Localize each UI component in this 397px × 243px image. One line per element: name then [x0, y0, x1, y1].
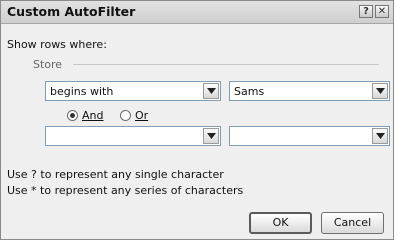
- and-radio[interactable]: And: [67, 109, 115, 123]
- value1-text: Sams: [234, 85, 265, 98]
- custom-autofilter-dialog: Custom AutoFilter ? ✕ Show rows where: S…: [0, 0, 394, 240]
- title-bar: Custom AutoFilter ? ✕: [1, 1, 393, 24]
- operator1-dropdown[interactable]: begins with: [45, 81, 221, 101]
- and-radio-label: And: [82, 109, 104, 122]
- close-button[interactable]: ✕: [375, 5, 389, 18]
- cancel-button[interactable]: Cancel: [321, 212, 384, 234]
- value1-combobox[interactable]: Sams: [229, 81, 390, 101]
- dialog-title: Custom AutoFilter: [7, 4, 136, 19]
- show-rows-label: Show rows where:: [7, 38, 107, 51]
- chevron-down-icon[interactable]: [203, 83, 219, 99]
- chevron-down-icon[interactable]: [372, 128, 388, 144]
- help-button[interactable]: ?: [359, 5, 373, 18]
- group-divider: [73, 64, 379, 65]
- operator2-dropdown[interactable]: [45, 126, 221, 146]
- hint-single-char: Use ? to represent any single character: [7, 168, 224, 181]
- radio-unselected-icon: [120, 110, 131, 121]
- or-radio-label: Or: [135, 109, 149, 122]
- or-radio[interactable]: Or: [120, 109, 160, 123]
- ok-button[interactable]: OK: [249, 212, 312, 234]
- operator1-value: begins with: [50, 85, 114, 98]
- field-name-label: Store: [33, 58, 63, 71]
- value2-combobox[interactable]: [229, 126, 390, 146]
- chevron-down-icon[interactable]: [203, 128, 219, 144]
- radio-selected-icon: [67, 110, 78, 121]
- chevron-down-icon[interactable]: [372, 83, 388, 99]
- hint-series-chars: Use * to represent any series of charact…: [7, 184, 244, 197]
